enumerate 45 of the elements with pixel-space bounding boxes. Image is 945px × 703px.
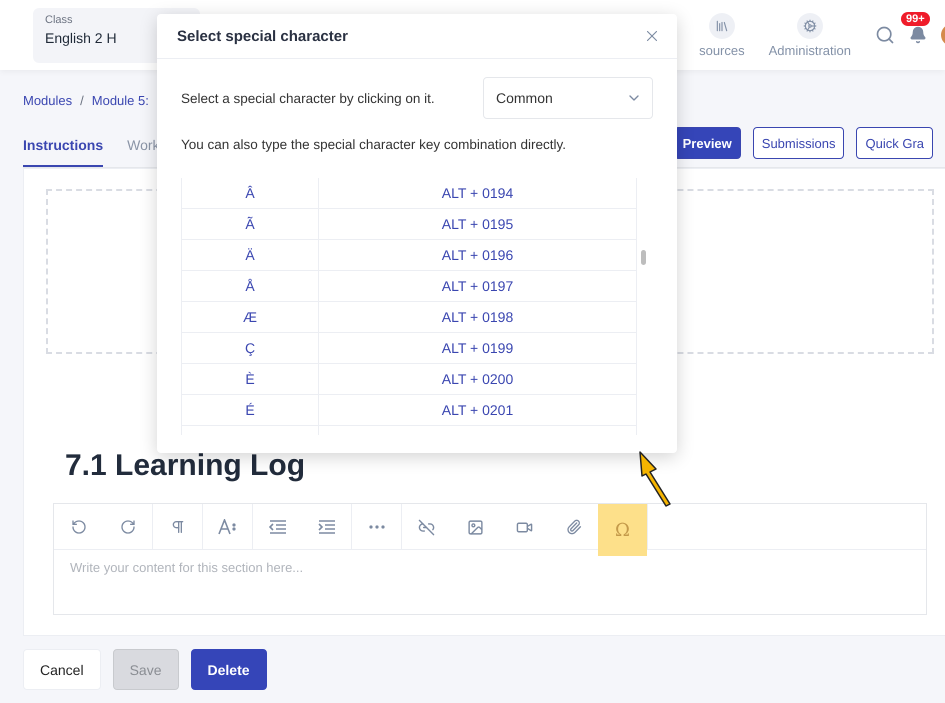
key-combination-cell: ALT + 0201 <box>319 395 637 425</box>
paperclip-icon <box>566 519 582 535</box>
dialog-hint: You can also type the special character key combination directly. <box>181 137 567 152</box>
breadcrumb-link[interactable]: Modules <box>23 92 72 108</box>
character-cell[interactable]: Ä <box>181 240 319 270</box>
key-combination-cell: ALT + 0195 <box>319 209 637 239</box>
redo-icon <box>120 519 136 535</box>
section-title: 7.1 Learning Log <box>65 448 306 484</box>
breadcrumb-link[interactable]: Module 5: <box>92 92 149 108</box>
undo-icon <box>70 519 86 535</box>
scrollbar-thumb[interactable] <box>641 250 646 265</box>
key-combination-cell: ALT + 0200 <box>319 364 637 394</box>
library-icon <box>714 18 729 32</box>
image-icon <box>467 518 484 536</box>
dialog-instruction: Select a special character by clicking on it. <box>181 90 435 106</box>
footer-button[interactable]: Cancel <box>23 649 101 690</box>
category-select[interactable]: Common <box>483 77 653 119</box>
footer-button[interactable]: Delete <box>190 649 267 690</box>
link-icon <box>418 518 435 536</box>
key-combination-cell: ALT + 0196 <box>319 240 637 270</box>
search-icon[interactable] <box>875 25 895 45</box>
pilcrow-icon <box>170 519 186 535</box>
class-label: Class <box>45 14 74 26</box>
outdent-icon <box>268 519 286 535</box>
indent-icon <box>318 519 336 535</box>
character-cell[interactable]: É <box>181 395 319 425</box>
character-cell[interactable]: Æ <box>181 302 319 332</box>
notification-badge: 99+ <box>901 12 930 26</box>
character-cell[interactable]: Ã <box>181 209 319 239</box>
key-combination-cell: ALT + 0199 <box>319 333 637 363</box>
cogs-icon <box>802 18 817 32</box>
character-cell[interactable]: Â <box>181 178 319 208</box>
action-button[interactable]: Submissions <box>752 127 844 159</box>
character-cell[interactable]: Å <box>181 271 319 301</box>
key-combination-cell: ALT + 0194 <box>319 178 637 208</box>
key-combination-cell: ALT + 0197 <box>319 271 637 301</box>
breadcrumb-separator: / <box>80 92 84 108</box>
character-cell[interactable]: Ç <box>181 333 319 363</box>
key-combination-cell: ALT + 0198 <box>319 302 637 332</box>
editor-placeholder: Write your content for this section here... <box>69 559 304 577</box>
action-button[interactable]: Quick Gra <box>856 127 933 159</box>
bell-icon[interactable] <box>909 26 927 44</box>
font-size-icon <box>218 519 238 535</box>
ellipsis-icon <box>368 525 384 529</box>
character-cell[interactable]: È <box>181 364 319 394</box>
